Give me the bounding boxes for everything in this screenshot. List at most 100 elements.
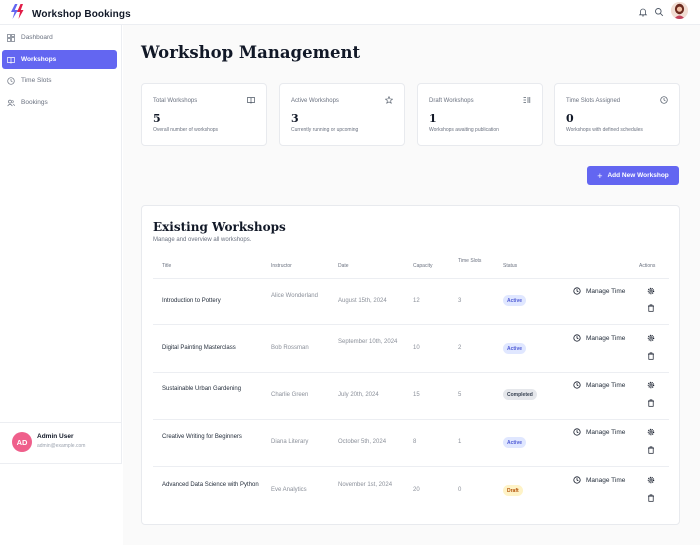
workshop-time-slots: 5 bbox=[458, 392, 462, 398]
table-title: Existing Workshops bbox=[153, 220, 286, 234]
gear-icon[interactable] bbox=[647, 428, 655, 436]
workshop-date: October 5th, 2024 bbox=[338, 439, 387, 445]
column-header: Status bbox=[503, 263, 518, 269]
clock-icon bbox=[573, 287, 581, 295]
manage-time-button[interactable]: Manage Time bbox=[573, 428, 625, 436]
stat-card-time-slots: Time Slots Assigned 0 Workshops with def… bbox=[554, 83, 680, 146]
app-title: Workshop Bookings bbox=[32, 8, 131, 20]
workshop-capacity: 20 bbox=[413, 487, 420, 493]
user-profile[interactable]: AD Admin User admin@example.com bbox=[0, 422, 122, 464]
sidebar: Dashboard Workshops Time Slots Bookings … bbox=[0, 25, 122, 464]
manage-time-button[interactable]: Manage Time bbox=[573, 287, 625, 295]
stat-sub: Workshops with defined schedules bbox=[566, 127, 643, 133]
sidebar-item-label: Dashboard bbox=[21, 34, 53, 41]
sidebar-item-label: Workshops bbox=[21, 56, 57, 63]
workshop-title: Introduction to Pottery bbox=[162, 298, 221, 304]
column-header: Instructor bbox=[271, 263, 292, 269]
avatar[interactable] bbox=[671, 2, 688, 19]
stat-sub: Workshops awaiting publication bbox=[429, 127, 499, 133]
page-title: Workshop Management bbox=[141, 43, 361, 62]
add-workshop-button[interactable]: + Add New Workshop bbox=[587, 166, 679, 185]
bell-icon[interactable] bbox=[636, 5, 649, 18]
workshop-instructor: Charlie Green bbox=[271, 392, 309, 398]
stat-label: Draft Workshops bbox=[429, 98, 474, 104]
manage-time-label: Manage Time bbox=[586, 334, 626, 342]
clock-icon bbox=[573, 428, 581, 436]
stat-value: 5 bbox=[153, 112, 161, 125]
column-header: Actions bbox=[639, 263, 656, 269]
stat-card-active: Active Workshops 3 Currently running or … bbox=[279, 83, 405, 146]
sidebar-item-workshops[interactable]: Workshops bbox=[2, 50, 117, 69]
manage-time-label: Manage Time bbox=[586, 287, 626, 295]
clock-icon bbox=[7, 76, 15, 85]
stat-sub: Currently running or upcoming bbox=[291, 127, 359, 133]
dashboard-icon bbox=[7, 33, 15, 42]
manage-time-button[interactable]: Manage Time bbox=[573, 334, 625, 342]
trash-icon[interactable] bbox=[647, 352, 655, 360]
table-subtitle: Manage and overview all workshops. bbox=[153, 237, 252, 243]
manage-time-label: Manage Time bbox=[586, 428, 626, 436]
workshop-title: Creative Writing for Beginners bbox=[162, 434, 242, 440]
trash-icon[interactable] bbox=[647, 304, 655, 312]
workshop-time-slots: 0 bbox=[458, 487, 462, 493]
clock-icon bbox=[573, 334, 581, 342]
manage-time-button[interactable]: Manage Time bbox=[573, 381, 625, 389]
stat-value: 3 bbox=[291, 112, 299, 125]
gear-icon[interactable] bbox=[647, 381, 655, 389]
column-header: Date bbox=[338, 263, 349, 269]
workshop-date: July 20th, 2024 bbox=[338, 392, 379, 398]
gear-icon[interactable] bbox=[647, 287, 655, 295]
gear-icon[interactable] bbox=[647, 334, 655, 342]
main-content: Workshop Management Total Workshops 5 Ov… bbox=[123, 25, 700, 545]
workshop-time-slots: 3 bbox=[458, 298, 462, 304]
manage-time-button[interactable]: Manage Time bbox=[573, 476, 625, 484]
book-icon bbox=[247, 96, 255, 104]
workshop-date: November 1st, 2024 bbox=[338, 482, 393, 488]
status-badge: Draft bbox=[503, 485, 523, 496]
stat-card-total: Total Workshops 5 Overall number of work… bbox=[141, 83, 267, 146]
workshop-date: September 10th, 2024 bbox=[338, 339, 398, 345]
user-name: Admin User bbox=[37, 433, 74, 440]
sidebar-item-label: Time Slots bbox=[21, 77, 52, 84]
trash-icon[interactable] bbox=[647, 446, 655, 454]
workshop-title: Advanced Data Science with Python bbox=[162, 482, 259, 488]
row-divider bbox=[153, 372, 669, 373]
workshop-time-slots: 1 bbox=[458, 439, 462, 445]
workshop-time-slots: 2 bbox=[458, 345, 462, 351]
workshop-instructor: Eve Analytics bbox=[271, 487, 307, 493]
top-bar: Workshop Bookings bbox=[0, 0, 700, 25]
workshop-date: August 15th, 2024 bbox=[338, 298, 387, 304]
stat-sub: Overall number of workshops bbox=[153, 127, 219, 133]
sidebar-item-dashboard[interactable]: Dashboard bbox=[2, 28, 117, 47]
clock-icon bbox=[573, 381, 581, 389]
row-divider bbox=[153, 278, 669, 279]
workshop-instructor: Diana Literary bbox=[271, 439, 309, 445]
manage-time-label: Manage Time bbox=[586, 381, 626, 389]
column-header: Capacity bbox=[413, 263, 433, 269]
gear-icon[interactable] bbox=[647, 476, 655, 484]
workshop-capacity: 8 bbox=[413, 439, 417, 445]
sidebar-item-time-slots[interactable]: Time Slots bbox=[2, 71, 117, 90]
status-badge: Active bbox=[503, 343, 527, 354]
stat-card-draft: Draft Workshops 1 Workshops awaiting pub… bbox=[417, 83, 543, 146]
stat-label: Total Workshops bbox=[153, 98, 198, 104]
sidebar-item-bookings[interactable]: Bookings bbox=[2, 93, 117, 112]
row-divider bbox=[153, 466, 669, 467]
manage-time-label: Manage Time bbox=[586, 476, 626, 484]
stat-label: Active Workshops bbox=[291, 98, 339, 104]
status-badge: Active bbox=[503, 437, 527, 448]
workshop-title: Sustainable Urban Gardening bbox=[162, 386, 242, 392]
search-icon[interactable] bbox=[652, 5, 665, 18]
trash-icon[interactable] bbox=[647, 399, 655, 407]
user-avatar: AD bbox=[12, 432, 32, 452]
workshop-instructor: Bob Rossman bbox=[271, 345, 309, 351]
workshops-table-card: Existing Workshops Manage and overview a… bbox=[141, 205, 680, 525]
clock-icon bbox=[660, 96, 668, 104]
trash-icon[interactable] bbox=[647, 494, 655, 502]
brand[interactable]: Workshop Bookings bbox=[9, 3, 131, 25]
row-divider bbox=[153, 324, 669, 325]
clock-icon bbox=[573, 476, 581, 484]
user-email: admin@example.com bbox=[37, 443, 86, 449]
stat-value: 1 bbox=[429, 112, 437, 125]
sidebar-item-label: Bookings bbox=[21, 99, 48, 106]
